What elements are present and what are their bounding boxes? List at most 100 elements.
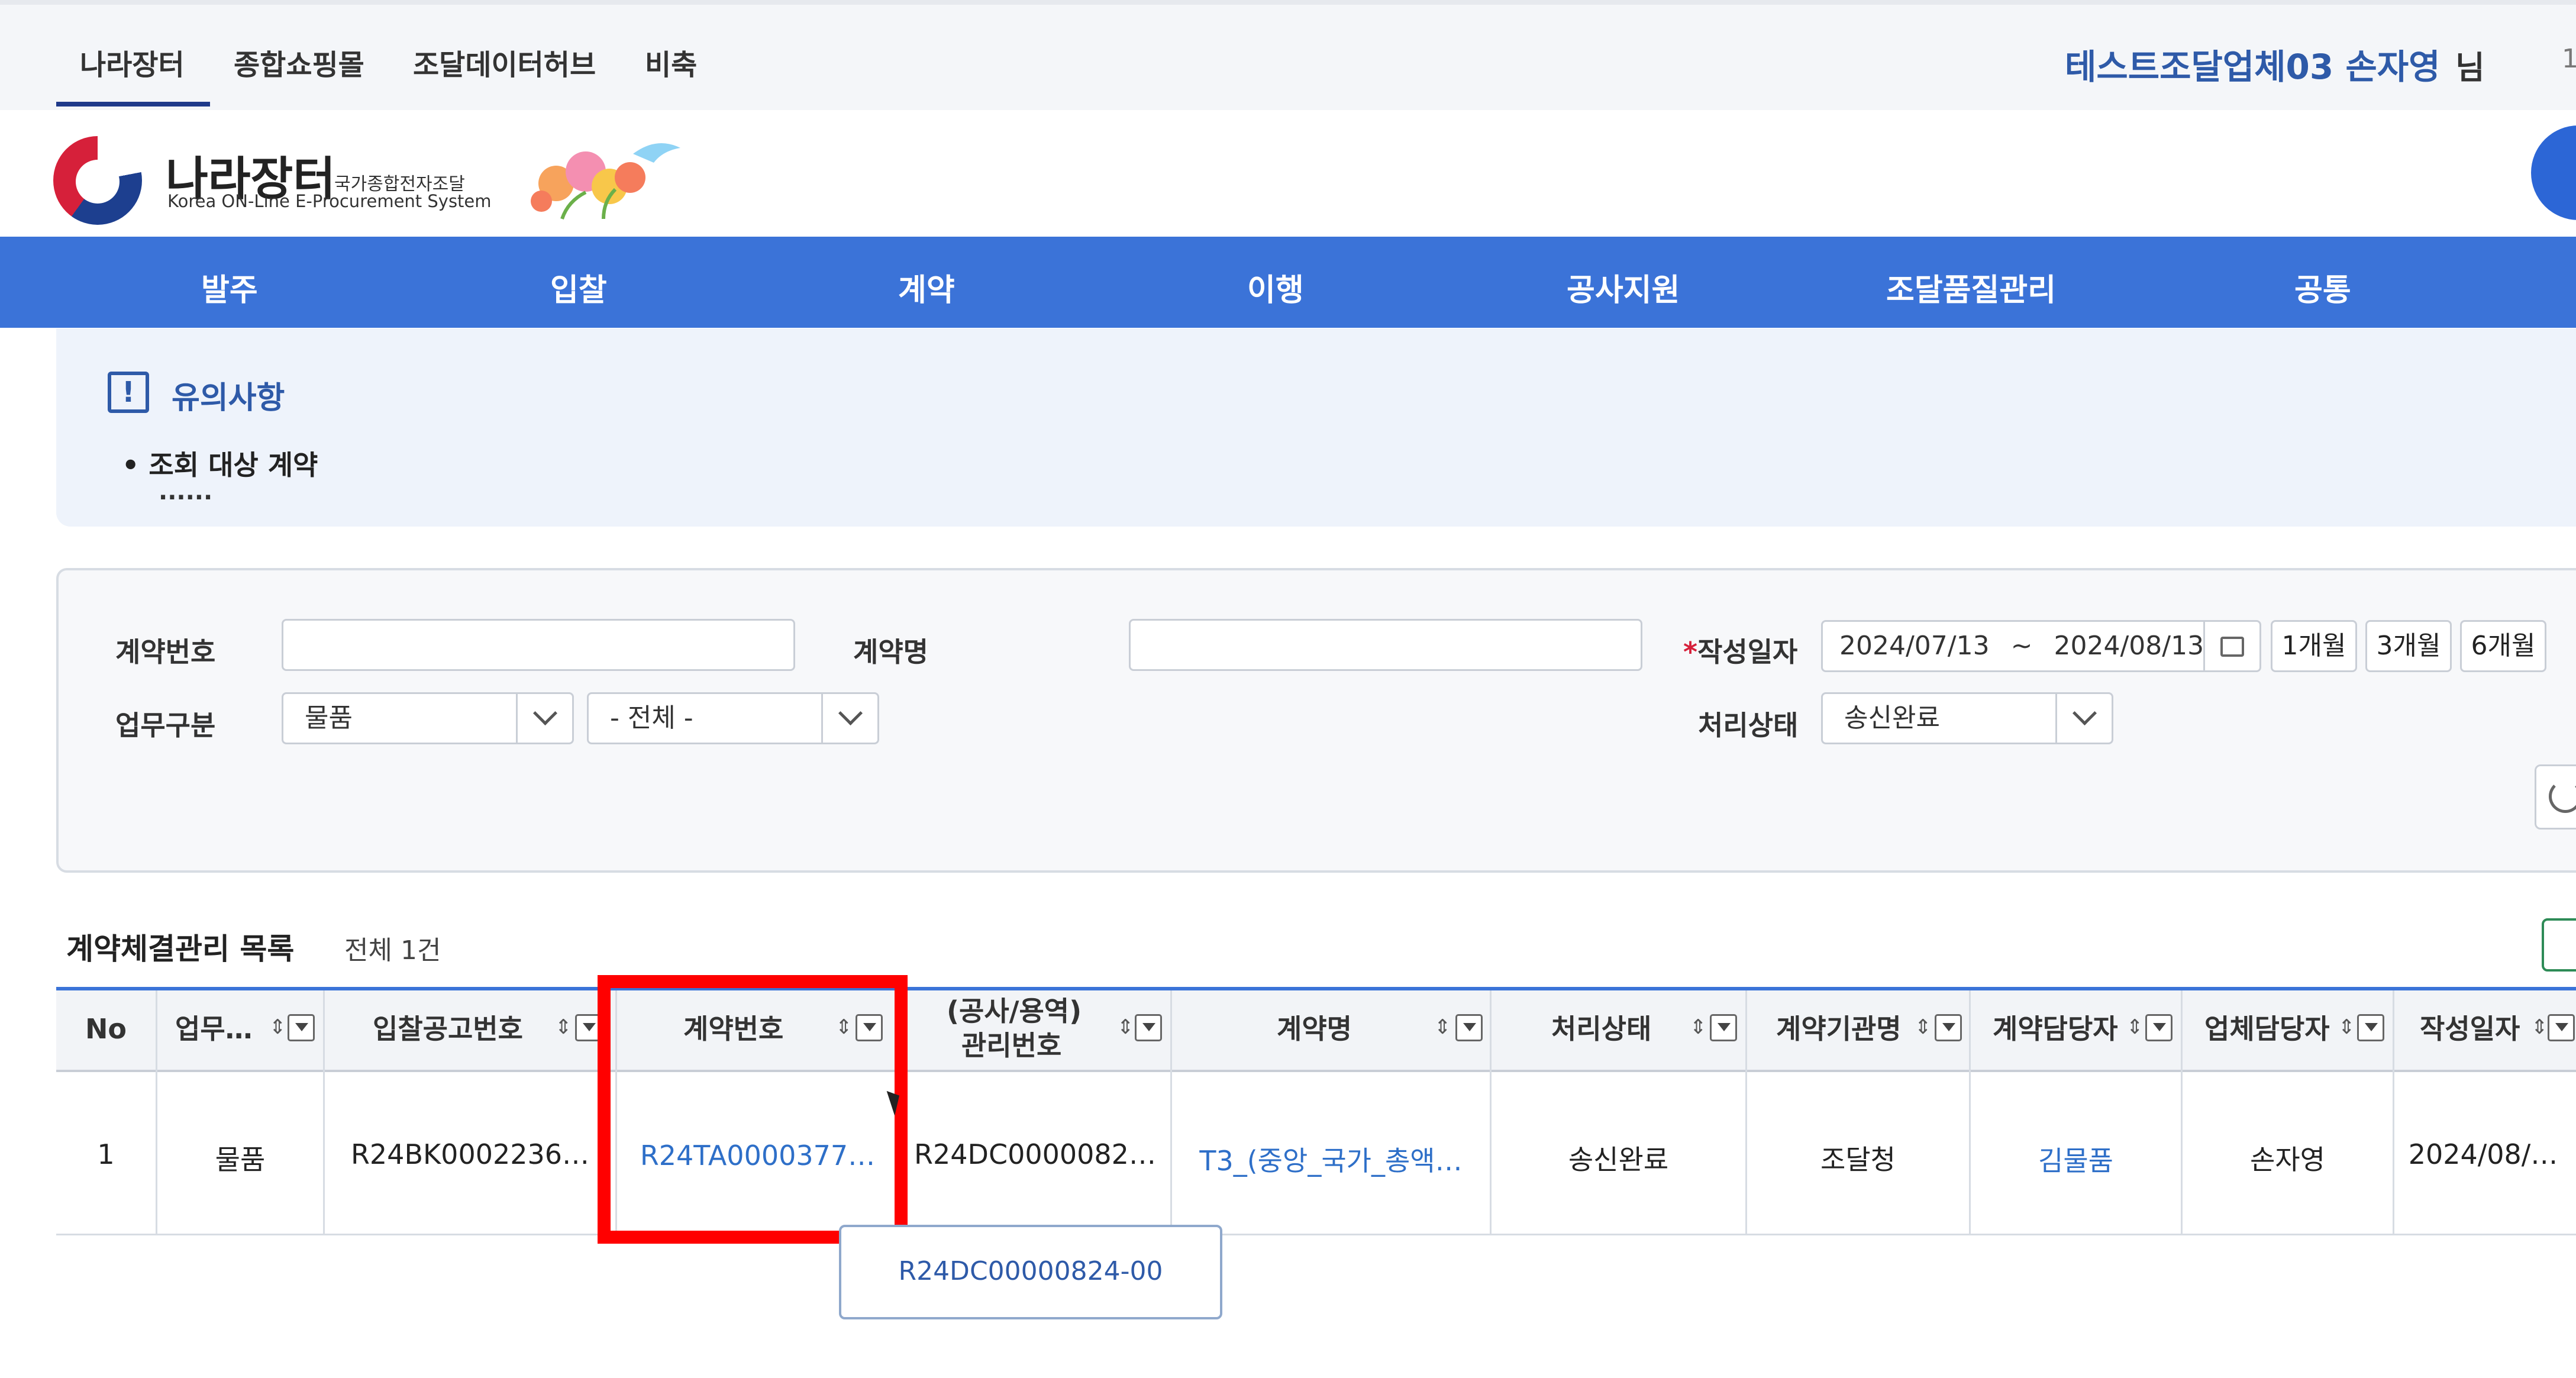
search-round-button[interactable] — [2531, 125, 2576, 220]
nav-construction-support[interactable]: 공사지원 — [1567, 265, 1680, 309]
chevron-down-icon — [2055, 694, 2112, 743]
date-separator: ~ — [2010, 631, 2033, 661]
cell-officer-link[interactable]: 김물품 — [1971, 1140, 2181, 1179]
column-header-date[interactable]: 작성일자 — [2420, 1013, 2520, 1045]
filter-dropdown-icon[interactable] — [288, 1014, 315, 1041]
column-header-contract-name[interactable]: 계약명 — [1277, 1013, 1352, 1045]
required-mark: * — [1683, 636, 1698, 668]
notice-more-dots: ...... — [159, 478, 213, 505]
nav-contract[interactable]: 계약 — [898, 265, 955, 309]
sort-icon[interactable]: ⇕ — [1690, 1015, 1707, 1039]
cell-business: 물품 — [215, 1144, 266, 1176]
column-header-no[interactable]: No — [56, 1013, 156, 1045]
exclamation-icon: ! — [108, 372, 149, 413]
emblem-center — [76, 160, 120, 204]
sort-icon[interactable]: ⇕ — [1434, 1015, 1451, 1039]
cell-bid-no: R24BK0002236… — [350, 1138, 590, 1170]
column-header-business[interactable]: 업무… — [175, 1013, 253, 1045]
column-divider — [2181, 990, 2183, 1235]
nav-order[interactable]: 발주 — [201, 265, 258, 309]
sort-icon[interactable]: ⇕ — [2531, 1015, 2548, 1039]
filter-dropdown-icon[interactable] — [1710, 1014, 1737, 1041]
mgmt-no-tooltip: R24DC00000824-00 — [839, 1225, 1222, 1319]
date-range-field[interactable]: 2024/07/13 ~ 2024/08/13 — [1821, 620, 2261, 672]
top-extra-text: 1 — [2562, 44, 2576, 74]
nav-performance[interactable]: 이행 — [1247, 265, 1304, 309]
sort-icon[interactable]: ⇕ — [2126, 1015, 2144, 1039]
date-to: 2024/08/13 — [2054, 631, 2204, 661]
column-divider — [1745, 990, 1747, 1235]
column-header-mgmt-line1[interactable]: (공사/용역) — [947, 995, 1082, 1027]
nav-bid[interactable]: 입찰 — [550, 265, 607, 309]
sort-icon[interactable]: ⇕ — [2338, 1015, 2355, 1039]
cell-date: 2024/08/… — [2408, 1138, 2558, 1170]
column-divider — [1969, 990, 1971, 1235]
sort-icon[interactable]: ⇕ — [269, 1015, 286, 1039]
status-select[interactable]: 송신완료 — [1821, 692, 2113, 744]
list-count: 전체 1건 — [344, 935, 441, 966]
column-header-agency[interactable]: 계약기관명 — [1776, 1013, 1902, 1045]
cell-status: 송신완료 — [1568, 1144, 1669, 1176]
logo-subtitle-en: Korea ON-Line E-Procurement System — [167, 191, 492, 211]
nav-quality-management[interactable]: 조달품질관리 — [1886, 265, 2056, 309]
cell-no: 1 — [97, 1138, 115, 1170]
business-subtype-value: - 전체 - — [610, 703, 693, 733]
quick-6month-button[interactable]: 6개월 — [2460, 620, 2546, 672]
column-divider — [156, 990, 157, 1235]
write-date-label: *작성일자 — [1683, 631, 1797, 670]
filter-dropdown-icon[interactable] — [2548, 1014, 2575, 1041]
filter-dropdown-icon[interactable] — [2145, 1014, 2173, 1041]
column-header-bid-no[interactable]: 입찰공고번호 — [373, 1013, 523, 1045]
excel-download-button[interactable] — [2542, 918, 2576, 972]
cell-contract-name-link[interactable]: T3_(중앙_국가_총액… — [1172, 1140, 1490, 1179]
filter-dropdown-icon[interactable] — [2357, 1014, 2384, 1041]
write-date-label-text: 작성일자 — [1697, 636, 1798, 668]
red-highlight-box — [598, 975, 908, 1244]
status-value: 송신완료 — [1844, 703, 1940, 733]
contract-name-input[interactable] — [1129, 619, 1642, 671]
active-tab-indicator — [56, 102, 210, 107]
column-header-officer[interactable]: 계약담당자 — [1993, 1013, 2118, 1045]
business-subtype-select[interactable]: - 전체 - — [587, 692, 879, 744]
column-divider — [1490, 990, 1492, 1235]
cell-company-person: 손자영 — [2250, 1144, 2325, 1176]
sort-icon[interactable]: ⇕ — [555, 1015, 572, 1039]
top-tab-stockpile[interactable]: 비축 — [645, 41, 697, 83]
sort-icon[interactable]: ⇕ — [1117, 1015, 1134, 1039]
business-type-select[interactable]: 물품 — [282, 692, 574, 744]
contract-no-input[interactable] — [282, 619, 795, 671]
chevron-down-icon — [516, 694, 572, 743]
column-header-mgmt-line2[interactable]: 관리번호 — [961, 1030, 1061, 1061]
notice-bullet: • 조회 대상 계약 — [122, 449, 318, 481]
column-header-company-person[interactable]: 업체담당자 — [2204, 1013, 2330, 1045]
cell-agency: 조달청 — [1820, 1144, 1896, 1176]
business-type-value: 물품 — [305, 703, 353, 733]
user-name[interactable]: 테스트조달업체03 손자영 — [2065, 39, 2441, 89]
date-from: 2024/07/13 — [1839, 631, 1990, 661]
cell-mgmt-no[interactable]: R24DC0000082… — [900, 1138, 1170, 1170]
status-label: 처리상태 — [1698, 709, 1799, 741]
column-divider — [2393, 990, 2394, 1235]
contract-no-label: 계약번호 — [115, 636, 216, 668]
quick-3month-button[interactable]: 3개월 — [2365, 620, 2452, 672]
filter-dropdown-icon[interactable] — [1455, 1014, 1483, 1041]
notice-box — [56, 328, 2576, 527]
contract-name-label: 계약명 — [853, 636, 928, 668]
top-tab-shopping-mall[interactable]: 종합쇼핑몰 — [234, 41, 364, 83]
chevron-down-icon — [821, 694, 877, 743]
quick-1month-button[interactable]: 1개월 — [2271, 620, 2357, 672]
top-tab-narajangteo[interactable]: 나라장터 — [80, 41, 185, 83]
filter-dropdown-icon[interactable] — [1935, 1014, 1962, 1041]
notice-title[interactable]: 유의사항 — [172, 373, 285, 417]
calendar-icon — [2220, 637, 2244, 657]
business-type-label: 업무구분 — [115, 709, 216, 741]
filter-dropdown-icon[interactable] — [1135, 1014, 1162, 1041]
column-header-status[interactable]: 처리상태 — [1551, 1013, 1651, 1045]
top-tab-data-hub[interactable]: 조달데이터허브 — [413, 41, 596, 83]
sort-icon[interactable]: ⇕ — [1915, 1015, 1932, 1039]
nav-common[interactable]: 공통 — [2294, 265, 2351, 309]
column-divider — [323, 990, 325, 1235]
flower-decoration-icon — [521, 130, 698, 225]
column-divider — [1170, 990, 1172, 1235]
user-suffix: 님 — [2455, 49, 2485, 86]
